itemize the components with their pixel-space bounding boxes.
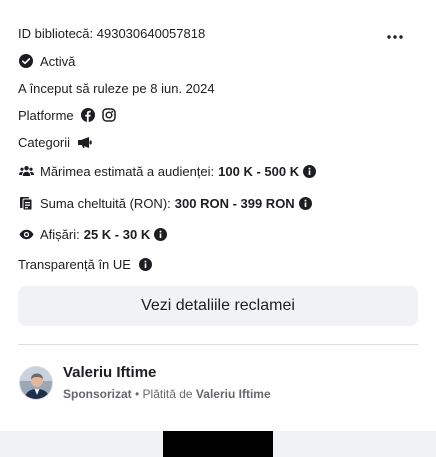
- categories-row: Categorii: [18, 133, 93, 151]
- start-date-text: A început să ruleze pe 8 iun. 2024: [18, 80, 215, 96]
- instagram-icon: [101, 108, 116, 122]
- status-row: Activă: [18, 52, 75, 70]
- platforms-row: Platforme: [18, 106, 116, 124]
- impressions-value: 25 K - 30 K: [83, 226, 151, 242]
- spend-value: 300 RON - 399 RON: [174, 195, 295, 211]
- categories-label: Categorii: [18, 134, 71, 150]
- advertiser-name[interactable]: Valeriu Iftime: [63, 364, 156, 381]
- transparency-label: Transparență în UE: [18, 256, 131, 272]
- library-id: ID bibliotecă: 493030640057818: [18, 24, 205, 42]
- ad-card: ID bibliotecă: 493030640057818 Activă A …: [0, 0, 436, 431]
- sponsored-line: Sponsorizat • Plătită de Valeriu Iftime: [63, 387, 271, 401]
- impressions-label: Afișări:: [40, 226, 80, 242]
- paid-by-prefix: Plătită de: [142, 387, 196, 401]
- info-icon[interactable]: [138, 257, 152, 271]
- library-id-text: ID bibliotecă: 493030640057818: [18, 25, 206, 41]
- check-circle-icon: [18, 54, 34, 68]
- info-icon[interactable]: [154, 227, 168, 241]
- more-options-button[interactable]: [380, 24, 410, 46]
- platforms-label: Platforme: [18, 107, 74, 123]
- sponsored-label: Sponsorizat: [63, 387, 132, 401]
- facebook-icon: [80, 108, 95, 122]
- spend-label: Suma cheltuită (RON):: [40, 195, 171, 211]
- audience-value: 100 K - 500 K: [218, 163, 300, 179]
- status-text: Activă: [40, 53, 76, 69]
- megaphone-icon: [77, 136, 93, 149]
- paid-by-name[interactable]: Valeriu Iftime: [196, 387, 271, 401]
- money-icon: [18, 196, 34, 210]
- separator: •: [131, 387, 143, 401]
- info-icon[interactable]: [298, 196, 312, 210]
- divider: [18, 344, 418, 345]
- audience-label: Mărimea estimată a audienței:: [40, 163, 215, 179]
- people-icon: [18, 165, 34, 177]
- impressions-row: Afișări: 25 K - 30 K: [18, 225, 168, 243]
- avatar[interactable]: [19, 366, 53, 400]
- start-date: A început să ruleze pe 8 iun. 2024: [18, 79, 215, 97]
- eye-icon: [18, 229, 34, 240]
- ad-details-button[interactable]: Vezi detaliile reclamei: [18, 286, 418, 326]
- more-horizontal-icon: [387, 26, 403, 44]
- audience-row: Mărimea estimată a audienței: 100 K - 50…: [18, 162, 317, 180]
- info-icon[interactable]: [303, 164, 317, 178]
- media-preview: [163, 431, 273, 457]
- transparency-row: Transparență în UE: [18, 255, 152, 273]
- spend-row: Suma cheltuită (RON): 300 RON - 399 RON: [18, 194, 312, 212]
